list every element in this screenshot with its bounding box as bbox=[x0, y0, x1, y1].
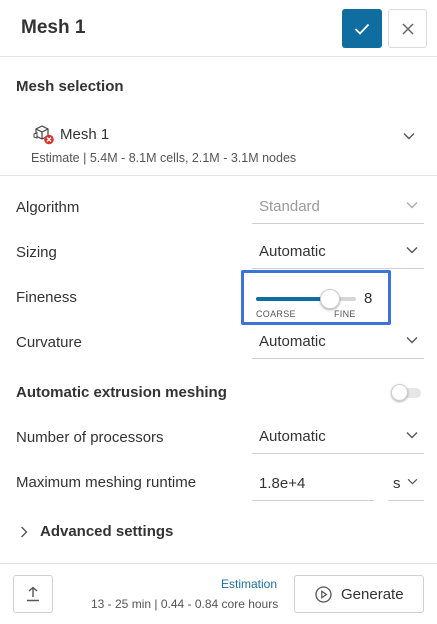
processors-label: Number of processors bbox=[16, 429, 164, 446]
runtime-unit-value: s bbox=[393, 475, 401, 492]
algorithm-select: Standard bbox=[252, 190, 424, 224]
fineness-fine-label: FINE bbox=[334, 309, 356, 319]
fineness-slider-thumb[interactable] bbox=[320, 289, 340, 309]
estimation-detail: 13 - 25 min | 0.44 - 0.84 core hours bbox=[91, 597, 279, 611]
estimation-link[interactable]: Estimation bbox=[221, 577, 277, 591]
page-title: Mesh 1 bbox=[21, 17, 86, 38]
chevron-down-icon bbox=[406, 202, 418, 209]
algorithm-value: Standard bbox=[259, 198, 320, 215]
mesh-name: Mesh 1 bbox=[60, 126, 110, 143]
fineness-coarse-label: COARSE bbox=[256, 309, 296, 319]
confirm-button[interactable] bbox=[342, 9, 382, 48]
mesh-selection-title: Mesh selection bbox=[16, 78, 124, 95]
sizing-label: Sizing bbox=[16, 244, 57, 261]
fineness-slider-track[interactable] bbox=[256, 297, 356, 301]
fineness-value: 8 bbox=[364, 290, 373, 307]
processors-select[interactable]: Automatic bbox=[252, 420, 424, 454]
curvature-select[interactable]: Automatic bbox=[252, 325, 424, 359]
chevron-down-icon bbox=[406, 247, 418, 254]
sizing-value: Automatic bbox=[259, 243, 326, 260]
runtime-field[interactable] bbox=[252, 467, 374, 501]
mesh-estimate: Estimate | 5.4M - 8.1M cells, 2.1M - 3.1… bbox=[31, 151, 297, 165]
chevron-down-icon bbox=[406, 432, 418, 439]
generate-button[interactable]: Generate bbox=[294, 575, 424, 613]
play-circle-icon bbox=[315, 586, 332, 603]
fineness-slider-fill bbox=[256, 297, 328, 301]
curvature-value: Automatic bbox=[259, 333, 326, 350]
close-button[interactable] bbox=[388, 9, 427, 48]
sizing-select[interactable]: Automatic bbox=[252, 235, 424, 269]
panel-header: Mesh 1 bbox=[0, 0, 437, 57]
upload-icon bbox=[27, 586, 39, 602]
algorithm-label: Algorithm bbox=[16, 199, 80, 216]
mesh-selection-item[interactable]: Mesh 1 Estimate | 5.4M - 8.1M cells, 2.1… bbox=[0, 112, 437, 174]
runtime-unit-select[interactable]: s bbox=[388, 467, 424, 501]
processors-value: Automatic bbox=[259, 428, 326, 445]
mesh-error-icon bbox=[33, 125, 54, 145]
fineness-slider-highlight: 8 COARSE FINE bbox=[241, 270, 391, 325]
divider bbox=[0, 175, 437, 176]
chevron-right-icon bbox=[21, 526, 28, 538]
close-icon bbox=[401, 22, 414, 35]
runtime-input[interactable] bbox=[252, 467, 374, 500]
panel-footer: Estimation 13 - 25 min | 0.44 - 0.84 cor… bbox=[0, 563, 437, 624]
chevron-down-icon bbox=[406, 337, 418, 344]
advanced-settings-toggle[interactable]: Advanced settings bbox=[16, 520, 316, 546]
curvature-label: Curvature bbox=[16, 334, 82, 351]
check-icon bbox=[354, 23, 370, 35]
chevron-down-icon bbox=[407, 478, 418, 485]
advanced-settings-label: Advanced settings bbox=[40, 523, 174, 540]
upload-button[interactable] bbox=[13, 575, 53, 613]
chevron-down-icon[interactable] bbox=[403, 132, 415, 140]
toggle-knob bbox=[391, 384, 408, 401]
runtime-label: Maximum meshing runtime bbox=[16, 474, 197, 491]
generate-label: Generate bbox=[341, 586, 404, 603]
extrusion-toggle[interactable] bbox=[391, 384, 421, 401]
fineness-label: Fineness bbox=[16, 289, 77, 306]
extrusion-title: Automatic extrusion meshing bbox=[16, 384, 227, 401]
